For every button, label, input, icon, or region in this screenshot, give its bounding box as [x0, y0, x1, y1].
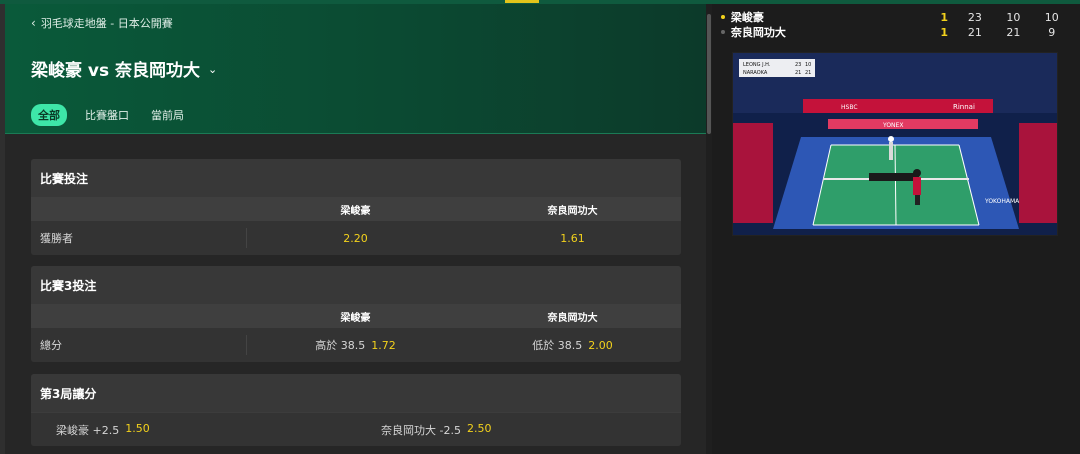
odds-value: 1.61: [560, 231, 585, 245]
match-title-dropdown[interactable]: 梁峻豪 vs 奈良岡功大 ⌄: [31, 56, 217, 81]
tab-current-game[interactable]: 當前局: [147, 104, 188, 126]
banner-brand2: Rinnai: [953, 103, 975, 111]
scrollbar-thumb[interactable]: [707, 14, 711, 134]
column-player1: 梁峻豪: [340, 312, 371, 324]
overlay-player2: NARAOKA: [743, 70, 768, 76]
chevron-down-icon: ⌄: [208, 63, 218, 76]
odds-button-over[interactable]: 高於 38.5 1.72: [247, 337, 464, 353]
sets-won: 1: [940, 10, 948, 24]
game2-score: 10: [1006, 10, 1021, 24]
scoreboard-row-player2: 奈良岡功大 1 21 21 9: [721, 25, 1071, 39]
game3-score: 10: [1044, 10, 1059, 24]
match-header: ‹ 羽毛球走地盤 - 日本公開賽 梁峻豪 vs 奈良岡功大 ⌄ 全部 比賽盤口 …: [5, 4, 706, 134]
row-label: 總分: [31, 335, 247, 355]
column-player1: 梁峻豪: [340, 205, 371, 217]
game1-score: 23: [967, 10, 982, 24]
active-indicator: [505, 0, 539, 3]
game3-score: 9: [1048, 25, 1056, 39]
overlay-player2-s2: 21: [805, 70, 811, 76]
odds-button-handicap-player2[interactable]: 奈良岡功大 -2.5 2.50: [356, 422, 681, 438]
game2-score: 21: [1006, 25, 1021, 39]
odds-value: 2.00: [588, 338, 613, 352]
overlay-player1-s1: 23: [795, 62, 801, 68]
chevron-left-icon: ‹: [31, 16, 36, 30]
market-title[interactable]: 比賽3投注: [31, 266, 681, 304]
serve-indicator-icon: [721, 30, 725, 34]
market-row-winner: 獲勝者 2.20 1.61: [31, 221, 681, 255]
column-player2: 奈良岡功大: [547, 312, 598, 324]
live-panel: 梁峻豪 1 23 10 10 奈良岡功大 1 21 21 9 LEONG J.H…: [712, 4, 1080, 454]
odds-value: 1.72: [371, 338, 396, 352]
market-column-headers: 梁峻豪 奈良岡功大: [31, 304, 681, 328]
market-title[interactable]: 比賽投注: [31, 159, 681, 197]
player-name: 梁峻豪: [730, 11, 764, 24]
odds-value: 2.50: [466, 421, 492, 435]
odds-value: 2.20: [343, 231, 368, 245]
market-card-game3-total: 比賽3投注 梁峻豪 奈良岡功大 總分 高於 38.5 1.72 低於 38.5 …: [31, 266, 681, 362]
market-column-headers: 梁峻豪 奈良岡功大: [31, 197, 681, 221]
odds-button-handicap-player1[interactable]: 梁峻豪 +2.5 1.50: [31, 422, 356, 438]
line-label: 奈良岡功大 -2.5: [381, 423, 461, 437]
app-root: ‹ 羽毛球走地盤 - 日本公開賽 梁峻豪 vs 奈良岡功大 ⌄ 全部 比賽盤口 …: [0, 0, 1080, 454]
badminton-court-scene: LEONG J.H. 23 10 NARAOKA 21 21 HSBC Rinn…: [733, 53, 1057, 235]
tab-match-markets[interactable]: 比賽盤口: [81, 104, 133, 126]
tab-all[interactable]: 全部: [31, 104, 67, 126]
market-tabs: 全部 比賽盤口 當前局: [31, 104, 188, 126]
market-card-game3-handicap: 第3局讓分 梁峻豪 +2.5 1.50 奈良岡功大 -2.5 2.50: [31, 374, 681, 446]
odds-button-player1[interactable]: 2.20: [247, 232, 464, 245]
odds-button-under[interactable]: 低於 38.5 2.00: [464, 337, 681, 353]
odds-value: 1.50: [125, 421, 150, 435]
line-label: 低於 38.5: [532, 339, 583, 352]
market-row-handicap: 梁峻豪 +2.5 1.50 奈良岡功大 -2.5 2.50: [31, 412, 681, 446]
game1-score: 21: [967, 25, 982, 39]
line-label: 梁峻豪 +2.5: [56, 423, 120, 437]
page-title: 梁峻豪 vs 奈良岡功大: [31, 61, 201, 81]
sets-won: 1: [940, 25, 948, 39]
player-name: 奈良岡功大: [730, 26, 786, 39]
banner-brand4: YOKOHAMA: [984, 198, 1020, 205]
breadcrumb-text: 羽毛球走地盤 - 日本公開賽: [40, 17, 173, 30]
serve-indicator-icon: [721, 15, 725, 19]
line-label: 高於 38.5: [315, 339, 366, 352]
overlay-player1: LEONG J.H.: [743, 62, 771, 68]
main-panel: ‹ 羽毛球走地盤 - 日本公開賽 梁峻豪 vs 奈良岡功大 ⌄ 全部 比賽盤口 …: [0, 4, 706, 454]
live-video-stream[interactable]: LEONG J.H. 23 10 NARAOKA 21 21 HSBC Rinn…: [732, 52, 1058, 236]
column-player2: 奈良岡功大: [547, 205, 598, 217]
overlay-player1-s2: 10: [805, 62, 811, 68]
row-label: 獲勝者: [31, 228, 247, 248]
overlay-player2-s1: 21: [795, 70, 801, 76]
banner-brand1: HSBC: [841, 104, 858, 111]
breadcrumb[interactable]: ‹ 羽毛球走地盤 - 日本公開賽: [31, 15, 173, 31]
market-card-match-winner: 比賽投注 梁峻豪 奈良岡功大 獲勝者 2.20 1.61: [31, 159, 681, 255]
banner-brand3: YONEX: [882, 122, 903, 129]
scoreboard-row-player1: 梁峻豪 1 23 10 10: [721, 10, 1071, 24]
market-title[interactable]: 第3局讓分: [31, 374, 681, 412]
market-row-total: 總分 高於 38.5 1.72 低於 38.5 2.00: [31, 328, 681, 362]
odds-button-player2[interactable]: 1.61: [464, 232, 681, 245]
